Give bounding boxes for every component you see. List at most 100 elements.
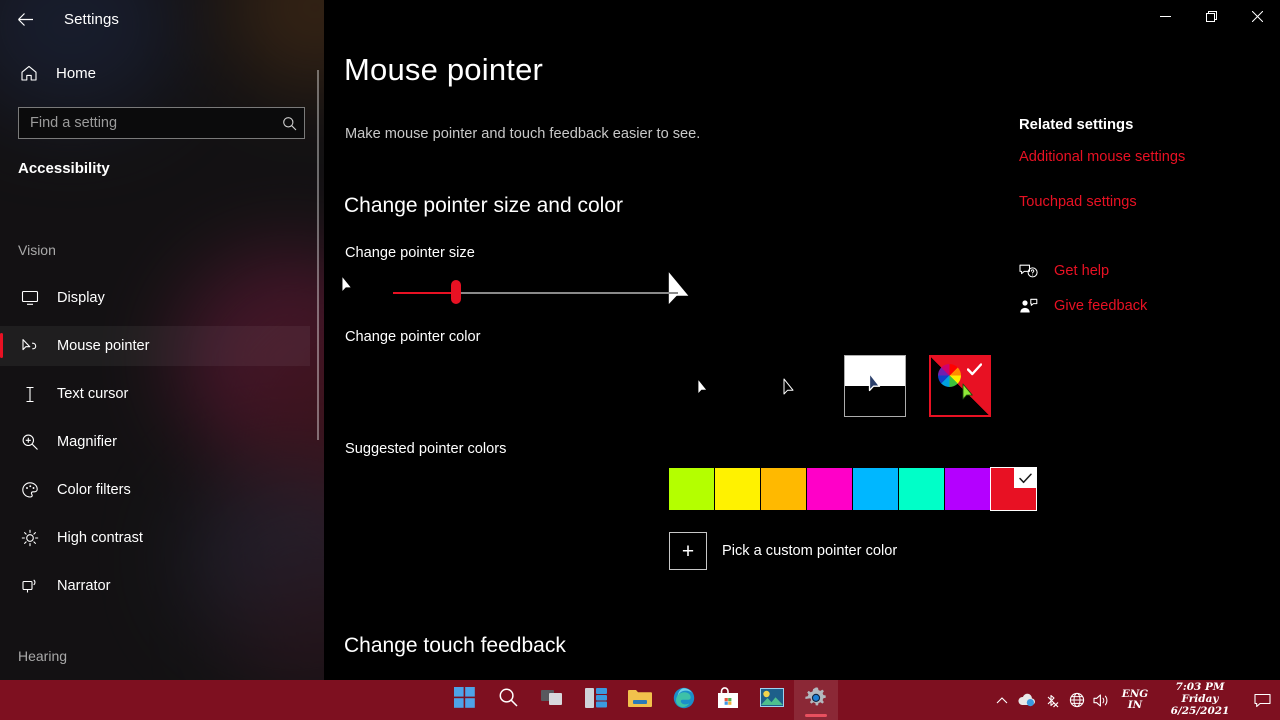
pointer-color-option-custom[interactable]: [929, 355, 991, 417]
rail-title: Related settings: [1019, 117, 1134, 133]
sidebar-group-hearing: Hearing: [18, 648, 68, 664]
pointer-color-option-white[interactable]: [674, 355, 736, 417]
settings-button[interactable]: [794, 680, 838, 720]
chevron-up-icon[interactable]: [989, 680, 1014, 720]
windows-logo-icon: [453, 687, 475, 713]
store-icon: [718, 687, 738, 713]
minimize-icon[interactable]: [1142, 0, 1188, 32]
sidebar-item-text-cursor[interactable]: Text cursor: [0, 374, 310, 414]
taskbar-buttons: [442, 680, 838, 720]
main-content: Mouse pointer Make mouse pointer and tou…: [324, 0, 1280, 680]
search-icon[interactable]: [274, 116, 304, 131]
suggested-color-swatch[interactable]: [945, 468, 990, 510]
rail-link-give-feedback[interactable]: Give feedback: [1019, 298, 1147, 314]
pick-custom-color-button[interactable]: + Pick a custom pointer color: [669, 532, 897, 570]
system-tray: ENG IN 7:03 PM Friday 6/25/2021: [989, 680, 1280, 720]
magnifier-icon: [10, 433, 50, 451]
suggested-color-swatch[interactable]: [807, 468, 852, 510]
clock[interactable]: 7:03 PM Friday 6/25/2021: [1156, 680, 1244, 720]
brightness-icon: [10, 529, 50, 547]
pointer-size-slider[interactable]: [393, 292, 678, 294]
pointer-color-option-inverted[interactable]: [844, 355, 906, 417]
suggested-color-swatch-selected[interactable]: [990, 467, 1037, 511]
cursor-large-icon: [666, 268, 700, 321]
search-box[interactable]: [18, 107, 305, 139]
no-bluetooth-icon[interactable]: [1039, 680, 1064, 720]
sidebar-item-home[interactable]: Home: [0, 56, 324, 90]
rail-link-touchpad-settings[interactable]: Touchpad settings: [1019, 194, 1137, 210]
suggested-color-swatch[interactable]: [715, 468, 760, 510]
close-icon[interactable]: [1234, 0, 1280, 32]
start-button[interactable]: [442, 680, 486, 720]
section-title-touch-feedback: Change touch feedback: [344, 634, 566, 657]
sidebar-home-label: Home: [56, 64, 97, 82]
sidebar-item-narrator[interactable]: Narrator: [0, 566, 310, 606]
search-input[interactable]: [19, 115, 274, 131]
taskbar: ENG IN 7:03 PM Friday 6/25/2021: [0, 680, 1280, 720]
mouse-pointer-icon: [10, 338, 50, 355]
clock-date: 6/25/2021: [1170, 704, 1230, 717]
pointer-color-label: Change pointer color: [345, 329, 481, 345]
pointer-size-label: Change pointer size: [345, 245, 475, 261]
task-view-button[interactable]: [530, 680, 574, 720]
sidebar-item-display[interactable]: Display: [0, 278, 310, 318]
suggested-colors-label: Suggested pointer colors: [345, 441, 507, 457]
page-title: Mouse pointer: [344, 52, 544, 87]
restore-icon[interactable]: [1188, 0, 1234, 32]
sidebar-item-label: Text cursor: [57, 386, 129, 402]
help-chat-icon: [1019, 263, 1041, 279]
check-icon: [966, 363, 983, 381]
store-button[interactable]: [706, 680, 750, 720]
color-wheel-icon: [938, 364, 961, 387]
onedrive-icon[interactable]: [1014, 680, 1039, 720]
sidebar-item-label: Narrator: [57, 578, 111, 594]
slider-thumb[interactable]: [450, 280, 461, 304]
sidebar-item-label: High contrast: [57, 530, 143, 546]
language-indicator[interactable]: ENG IN: [1114, 680, 1156, 720]
file-explorer-button[interactable]: [618, 680, 662, 720]
pointer-color-option-black[interactable]: [760, 355, 822, 417]
active-indicator: [805, 714, 827, 717]
pick-custom-color-label: Pick a custom pointer color: [722, 543, 898, 559]
widgets-button[interactable]: [574, 680, 618, 720]
suggested-color-swatch[interactable]: [853, 468, 898, 510]
notification-icon[interactable]: [1244, 680, 1280, 720]
monitor-icon: [10, 290, 50, 306]
network-globe-icon[interactable]: [1064, 680, 1089, 720]
narrator-icon: [10, 577, 50, 595]
sidebar-item-color-filters[interactable]: Color filters: [0, 470, 310, 510]
search-button[interactable]: [486, 680, 530, 720]
rail-link-label: Get help: [1054, 263, 1110, 279]
back-arrow-icon[interactable]: [2, 3, 48, 35]
edge-icon: [673, 687, 695, 714]
edge-button[interactable]: [662, 680, 706, 720]
sidebar-item-magnifier[interactable]: Magnifier: [0, 422, 310, 462]
sidebar-item-label: Color filters: [57, 482, 131, 498]
suggested-color-swatch[interactable]: [669, 468, 714, 510]
plus-icon: +: [669, 532, 707, 570]
rail-link-additional-mouse-settings[interactable]: Additional mouse settings: [1019, 149, 1185, 165]
palette-icon: [10, 481, 50, 499]
rail-link-label: Give feedback: [1054, 298, 1148, 314]
suggested-color-swatch[interactable]: [761, 468, 806, 510]
text-cursor-icon: [10, 386, 50, 403]
search-icon: [498, 687, 519, 713]
page-subtitle: Make mouse pointer and touch feedback ea…: [345, 126, 701, 142]
rail-link-get-help[interactable]: Get help: [1019, 263, 1109, 279]
sidebar-category-title: Accessibility: [18, 160, 110, 177]
volume-icon[interactable]: [1089, 680, 1114, 720]
sidebar-group-vision: Vision: [18, 242, 56, 258]
sidebar-item-high-contrast[interactable]: High contrast: [0, 518, 310, 558]
sidebar: Settings Home Find a setting Accessibili…: [0, 0, 324, 680]
feedback-person-icon: [1019, 298, 1041, 314]
sidebar-scrollbar[interactable]: [317, 70, 319, 440]
sidebar-item-label: Mouse pointer: [57, 338, 150, 354]
pointer-size-slider-row: [336, 268, 736, 320]
section-title-size-and-color: Change pointer size and color: [344, 194, 624, 217]
task-view-icon: [540, 688, 564, 712]
suggested-color-swatch[interactable]: [899, 468, 944, 510]
sidebar-item-mouse-pointer[interactable]: Mouse pointer: [0, 326, 310, 366]
slider-fill: [393, 292, 456, 294]
sidebar-item-label: Display: [57, 290, 105, 306]
photos-button[interactable]: [750, 680, 794, 720]
